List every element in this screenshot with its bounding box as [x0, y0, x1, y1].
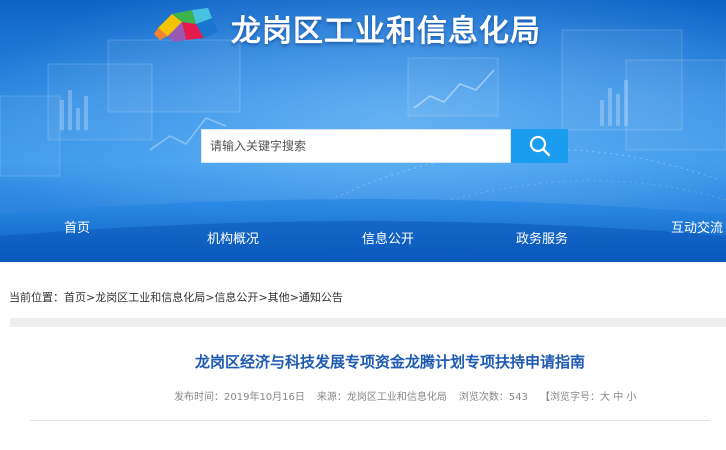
site-title: 龙岗区工业和信息化局 [231, 14, 541, 49]
nav-item-home[interactable]: 首页 [64, 217, 90, 236]
header-banner: 龙岗区工业和信息化局 首页 机构概况 信息公开 政务服务 互动交流 [0, 0, 726, 262]
breadcrumb-item-home[interactable]: 首页 [64, 291, 86, 304]
search-input[interactable] [201, 129, 511, 163]
font-size-large-button[interactable]: 大 [600, 388, 610, 403]
breadcrumb-item-other[interactable]: 其他 [268, 291, 290, 304]
nav-item-interaction[interactable]: 互动交流 [671, 217, 723, 236]
views-count: 543 [508, 392, 528, 403]
search-button[interactable] [511, 129, 568, 163]
breadcrumb-separator: > [258, 291, 268, 304]
breadcrumb-prefix: 当前位置： [9, 291, 64, 304]
views-label: 浏览次数： [458, 392, 509, 403]
breadcrumb-item-info-disclosure[interactable]: 信息公开 [214, 291, 258, 304]
font-size-medium-button[interactable]: 中 [613, 388, 623, 403]
nav-item-gov-services[interactable]: 政务服务 [516, 228, 568, 247]
article: 龙岗区经济与科技发展专项资金龙腾计划专项扶持申请指南 发布时间：2019年10月… [30, 327, 726, 450]
breadcrumb-row: 当前位置：首页>龙岗区工业和信息化局>信息公开>其他>通知公告 [0, 262, 726, 320]
nav-item-info-disclosure[interactable]: 信息公开 [362, 228, 414, 247]
section-divider-bar [10, 318, 726, 327]
breadcrumb-item-bureau[interactable]: 龙岗区工业和信息化局 [95, 291, 205, 304]
font-size-label: 【浏览字号： [540, 392, 600, 403]
colorful-leaf-logo-icon [154, 8, 218, 42]
page: 龙岗区工业和信息化局 首页 机构概况 信息公开 政务服务 互动交流 当前位置：首… [0, 0, 726, 450]
source-label: 来源： [316, 392, 347, 403]
published-date: 2019年10月16日 [224, 392, 305, 403]
published-label: 发布时间： [174, 392, 224, 403]
article-meta: 发布时间：2019年10月16日 来源：龙岗区工业和信息化局 浏览次数：543 【浏览… [174, 388, 636, 403]
font-size-small-button[interactable]: 小 [626, 388, 636, 403]
breadcrumb-item-notices[interactable]: 通知公告 [299, 291, 343, 304]
nav-item-about[interactable]: 机构概况 [207, 228, 259, 247]
article-divider [30, 420, 710, 421]
article-title: 龙岗区经济与科技发展专项资金龙腾计划专项扶持申请指南 [194, 353, 585, 371]
breadcrumb-separator: > [86, 291, 96, 304]
search-icon [529, 135, 550, 157]
breadcrumb-separator: > [289, 291, 299, 304]
breadcrumb: 当前位置：首页>龙岗区工业和信息化局>信息公开>其他>通知公告 [9, 289, 343, 305]
main-nav: 首页 机构概况 信息公开 政务服务 互动交流 [0, 206, 726, 262]
source-value: 龙岗区工业和信息化局 [346, 392, 447, 403]
